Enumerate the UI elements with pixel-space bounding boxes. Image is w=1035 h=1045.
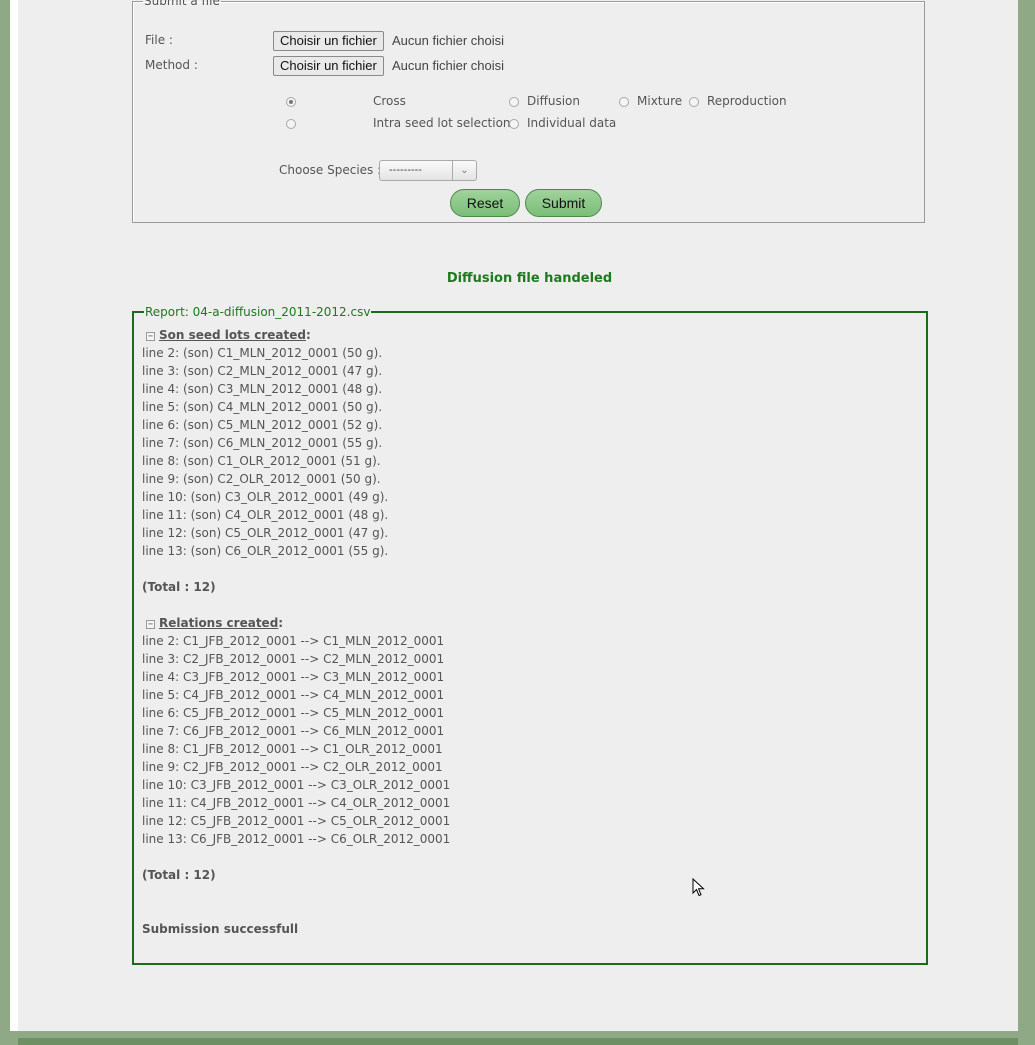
radio-label-intra-seed-lot-selection: Intra seed lot selection bbox=[373, 116, 511, 130]
file-status-text: Aucun fichier choisi bbox=[392, 33, 504, 48]
son-seed-lot-line: line 12: (son) C5_OLR_2012_0001 (47 g). bbox=[142, 526, 389, 540]
relation-line: line 10: C3_JFB_2012_0001 --> C3_OLR_201… bbox=[142, 778, 451, 792]
relation-line: line 7: C6_JFB_2012_0001 --> C6_MLN_2012… bbox=[142, 724, 445, 738]
radio-intra-seed-lot-selection[interactable] bbox=[286, 119, 296, 129]
son-total: (Total : 12) bbox=[142, 580, 216, 594]
relation-line: line 8: C1_JFB_2012_0001 --> C1_OLR_2012… bbox=[142, 742, 443, 756]
collapse-toggle-icon[interactable]: − bbox=[146, 332, 155, 341]
relations-section-header[interactable]: − Relations created: bbox=[146, 616, 283, 630]
method-label: Method : bbox=[145, 58, 198, 72]
method-status-text: Aucun fichier choisi bbox=[392, 58, 504, 73]
radio-label-mixture: Mixture bbox=[637, 94, 683, 108]
radio-individual-data[interactable] bbox=[509, 119, 519, 129]
radio-label-diffusion: Diffusion bbox=[527, 94, 580, 108]
son-seed-lot-line: line 4: (son) C3_MLN_2012_0001 (48 g). bbox=[142, 382, 383, 396]
report-legend: Report: 04-a-diffusion_2011-2012.csv bbox=[145, 305, 371, 319]
file-choose-button[interactable]: Choisir un fichier bbox=[273, 31, 384, 51]
radio-label-reproduction: Reproduction bbox=[707, 94, 787, 108]
collapse-toggle-icon[interactable]: − bbox=[146, 620, 155, 629]
radio-label-cross: Cross bbox=[373, 94, 406, 108]
radio-mixture[interactable] bbox=[619, 97, 629, 107]
son-seed-lot-line: line 7: (son) C6_MLN_2012_0001 (55 g). bbox=[142, 436, 383, 450]
relation-line: line 2: C1_JFB_2012_0001 --> C1_MLN_2012… bbox=[142, 634, 445, 648]
submit-form-legend: Submit a file bbox=[144, 0, 220, 8]
son-seed-lot-line: line 11: (son) C4_OLR_2012_0001 (48 g). bbox=[142, 508, 389, 522]
son-seed-lot-line: line 5: (son) C4_MLN_2012_0001 (50 g). bbox=[142, 400, 383, 414]
relations-total: (Total : 12) bbox=[142, 868, 216, 882]
submit-button[interactable]: Submit bbox=[525, 189, 602, 217]
relation-line: line 9: C2_JFB_2012_0001 --> C2_OLR_2012… bbox=[142, 760, 443, 774]
son-section-title: Son seed lots created bbox=[159, 328, 306, 342]
footer-bar bbox=[18, 1038, 1018, 1045]
son-seed-lot-line: line 9: (son) C2_OLR_2012_0001 (50 g). bbox=[142, 472, 381, 486]
species-label: Choose Species : bbox=[279, 163, 382, 177]
relations-section-title: Relations created bbox=[159, 616, 279, 630]
relation-line: line 11: C4_JFB_2012_0001 --> C4_OLR_201… bbox=[142, 796, 451, 810]
relation-line: line 13: C6_JFB_2012_0001 --> C6_OLR_201… bbox=[142, 832, 451, 846]
status-message: Diffusion file handeled bbox=[446, 271, 613, 286]
radio-label-individual-data: Individual data bbox=[527, 116, 617, 130]
radio-diffusion[interactable] bbox=[509, 97, 519, 107]
file-label: File : bbox=[145, 33, 173, 47]
relation-line: line 5: C4_JFB_2012_0001 --> C4_MLN_2012… bbox=[142, 688, 445, 702]
son-seed-lot-line: line 13: (son) C6_OLR_2012_0001 (55 g). bbox=[142, 544, 389, 558]
method-choose-button[interactable]: Choisir un fichier bbox=[273, 56, 384, 76]
radio-cross[interactable] bbox=[286, 97, 296, 107]
son-seed-lot-line: line 2: (son) C1_MLN_2012_0001 (50 g). bbox=[142, 346, 383, 360]
relation-line: line 12: C5_JFB_2012_0001 --> C5_OLR_201… bbox=[142, 814, 451, 828]
relation-line: line 6: C5_JFB_2012_0001 --> C5_MLN_2012… bbox=[142, 706, 445, 720]
relation-line: line 4: C3_JFB_2012_0001 --> C3_MLN_2012… bbox=[142, 670, 445, 684]
reset-button[interactable]: Reset bbox=[450, 189, 520, 217]
son-seed-lot-line: line 8: (son) C1_OLR_2012_0001 (51 g). bbox=[142, 454, 381, 468]
submission-message: Submission successfull bbox=[142, 922, 299, 936]
son-seed-lot-line: line 3: (son) C2_MLN_2012_0001 (47 g). bbox=[142, 364, 383, 378]
species-select[interactable]: --------- ⌄ bbox=[379, 160, 477, 181]
radio-reproduction[interactable] bbox=[689, 97, 699, 107]
species-select-value: --------- bbox=[389, 164, 422, 176]
chevron-down-icon: ⌄ bbox=[452, 161, 476, 180]
submit-file-form: Submit a file bbox=[132, 0, 925, 223]
son-section-header[interactable]: − Son seed lots created: bbox=[146, 328, 311, 342]
son-seed-lot-line: line 6: (son) C5_MLN_2012_0001 (52 g). bbox=[142, 418, 383, 432]
relation-line: line 3: C2_JFB_2012_0001 --> C2_MLN_2012… bbox=[142, 652, 445, 666]
mouse-pointer-icon bbox=[692, 878, 705, 897]
son-seed-lot-line: line 10: (son) C3_OLR_2012_0001 (49 g). bbox=[142, 490, 389, 504]
